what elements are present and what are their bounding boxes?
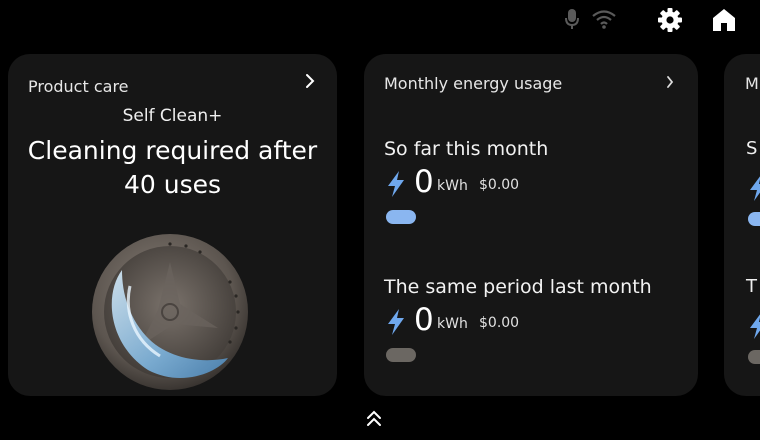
card-title: Product care <box>28 77 129 96</box>
usage-unit: kWh <box>437 316 468 332</box>
feature-name: Self Clean+ <box>122 106 223 126</box>
usage-bar <box>748 350 760 364</box>
usage-bar <box>386 210 416 224</box>
usage-cost: $0.00 <box>479 177 520 193</box>
this-month-usage-row: 0 kWh $0.00 <box>384 164 684 202</box>
section-label: S <box>746 138 758 159</box>
status-message-line1: Cleaning required after <box>27 136 318 165</box>
card-title: M <box>745 74 759 93</box>
usage-value: 0 <box>414 302 434 338</box>
lightning-bolt-icon <box>750 176 760 201</box>
gear-icon[interactable] <box>657 7 683 33</box>
last-month-label: The same period last month <box>384 276 652 298</box>
usage-cost: $0.00 <box>479 315 520 331</box>
lightning-bolt-icon <box>750 314 760 339</box>
double-chevron-up-icon[interactable] <box>365 410 383 428</box>
chevron-right-icon[interactable] <box>666 75 674 89</box>
status-message-line2: 40 uses <box>123 170 222 199</box>
partial-card[interactable]: M S T <box>724 54 760 396</box>
wifi-icon[interactable] <box>592 9 616 29</box>
usage-bar <box>386 348 416 362</box>
usage-bar <box>748 212 760 226</box>
microphone-icon[interactable] <box>564 8 580 30</box>
section-label: T <box>746 276 757 297</box>
lightning-bolt-icon <box>388 171 404 197</box>
chevron-right-icon[interactable] <box>305 73 315 89</box>
home-icon[interactable] <box>711 7 737 33</box>
usage-unit: kWh <box>437 178 468 194</box>
last-month-usage-row: 0 kWh $0.00 <box>384 302 684 340</box>
product-care-card[interactable]: Product care Self Clean+ Cleaning requir… <box>8 54 337 396</box>
usage-value: 0 <box>414 164 434 200</box>
card-title: Monthly energy usage <box>384 74 563 93</box>
top-bar <box>0 0 760 44</box>
washer-drum-image <box>92 234 248 390</box>
lightning-bolt-icon <box>388 309 404 335</box>
energy-usage-card[interactable]: Monthly energy usage So far this month 0… <box>364 54 698 396</box>
this-month-label: So far this month <box>384 138 549 160</box>
